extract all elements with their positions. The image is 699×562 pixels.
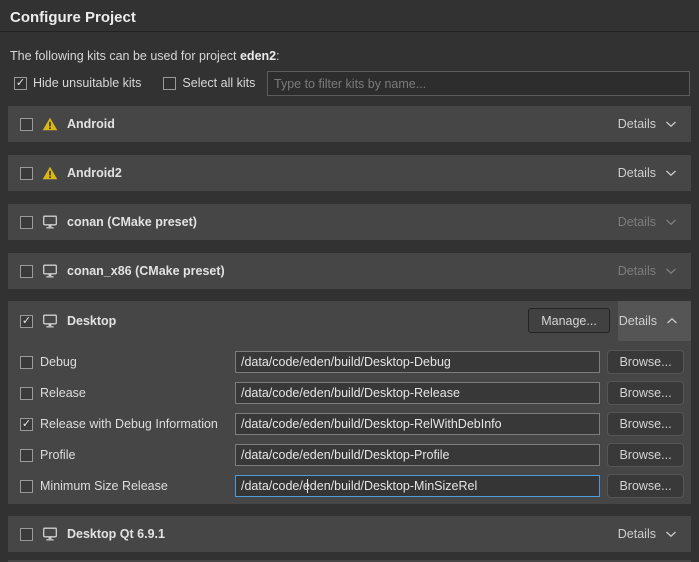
kit-name: Desktop Qt 6.9.1 [67, 527, 165, 541]
kit-checkbox[interactable]: ✓ [20, 315, 33, 328]
config-label: Minimum Size Release [40, 479, 168, 493]
details-button[interactable]: Details [619, 301, 678, 341]
kit-row-conan-x86[interactable]: conan_x86 (CMake preset) Details [8, 253, 691, 289]
build-config-row-minsizerel: Minimum Size Release Browse... [8, 475, 691, 497]
config-checkbox[interactable] [20, 480, 33, 493]
chevron-down-icon [665, 120, 677, 128]
checkbox-icon[interactable]: ✓ [14, 77, 27, 90]
manage-button[interactable]: Manage... [528, 308, 610, 333]
title-separator [0, 31, 699, 32]
chevron-down-icon [665, 169, 677, 177]
build-dir-input[interactable] [235, 444, 600, 466]
kit-name: conan_x86 (CMake preset) [67, 264, 225, 278]
hide-unsuitable-kits-label: Hide unsuitable kits [33, 76, 141, 90]
kit-name: Desktop [67, 314, 116, 328]
kit-checkbox[interactable] [20, 265, 33, 278]
warning-icon [41, 166, 58, 180]
kit-checkbox[interactable] [20, 167, 33, 180]
kit-row-android[interactable]: Android Details [8, 106, 691, 142]
kit-row-conan[interactable]: conan (CMake preset) Details [8, 204, 691, 240]
kit-name: Android2 [67, 166, 122, 180]
configure-project-page: Configure Project The following kits can… [0, 0, 699, 562]
intro-text: The following kits can be used for proje… [10, 49, 280, 63]
details-button[interactable]: Details [618, 106, 677, 142]
build-dir-input[interactable] [235, 413, 600, 435]
kit-filter-controls: ✓ Hide unsuitable kits Select all kits [14, 76, 277, 90]
select-all-kits-label: Select all kits [182, 76, 255, 90]
kit-checkbox[interactable] [20, 118, 33, 131]
details-button[interactable]: Details [618, 155, 677, 191]
browse-button[interactable]: Browse... [607, 412, 684, 436]
kit-row-desktop-qt-691[interactable]: Desktop Qt 6.9.1 Details [8, 516, 691, 552]
build-dir-input[interactable] [235, 351, 600, 373]
config-checkbox[interactable] [20, 356, 33, 369]
details-button: Details [618, 204, 677, 240]
chevron-down-icon [665, 530, 677, 538]
browse-button[interactable]: Browse... [607, 381, 684, 405]
desktop-icon [41, 264, 58, 278]
config-checkbox[interactable] [20, 449, 33, 462]
desktop-icon [41, 314, 58, 328]
hide-unsuitable-kits-checkbox[interactable]: ✓ Hide unsuitable kits [14, 76, 141, 90]
browse-button[interactable]: Browse... [607, 474, 684, 498]
checkbox-icon[interactable] [163, 77, 176, 90]
build-dir-input[interactable] [235, 475, 600, 497]
browse-button[interactable]: Browse... [607, 443, 684, 467]
chevron-up-icon [666, 317, 678, 325]
config-label: Profile [40, 448, 75, 462]
details-button: Details [618, 253, 677, 289]
chevron-down-icon [665, 218, 677, 226]
config-checkbox[interactable]: ✓ [20, 418, 33, 431]
desktop-icon [41, 215, 58, 229]
config-label: Release [40, 386, 86, 400]
config-label: Debug [40, 355, 77, 369]
kit-checkbox[interactable] [20, 528, 33, 541]
warning-icon [41, 117, 58, 131]
browse-button[interactable]: Browse... [607, 350, 684, 374]
kit-name: Android [67, 117, 115, 131]
details-button[interactable]: Details [618, 516, 677, 552]
kit-row-android2[interactable]: Android2 Details [8, 155, 691, 191]
kit-name: conan (CMake preset) [67, 215, 197, 229]
build-config-row-profile: Profile Browse... [8, 444, 691, 466]
build-config-row-release: Release Browse... [8, 382, 691, 404]
page-title: Configure Project [10, 9, 136, 26]
kit-section-desktop: ✓ Desktop Manage... Details Debug Browse… [8, 301, 691, 504]
build-dir-input[interactable] [235, 382, 600, 404]
text-cursor [307, 479, 308, 493]
project-name: eden2 [240, 49, 276, 63]
details-button-highlight: Details [618, 301, 691, 341]
chevron-down-icon [665, 267, 677, 275]
select-all-kits-checkbox[interactable]: Select all kits [163, 76, 255, 90]
config-label: Release with Debug Information [40, 417, 218, 431]
kit-checkbox[interactable] [20, 216, 33, 229]
build-config-row-relwithdebinfo: ✓ Release with Debug Information Browse.… [8, 413, 691, 435]
build-config-row-debug: Debug Browse... [8, 351, 691, 373]
desktop-icon [41, 527, 58, 541]
kit-row-desktop[interactable]: ✓ Desktop Manage... Details [8, 301, 691, 341]
config-checkbox[interactable] [20, 387, 33, 400]
kit-filter-input[interactable] [267, 71, 690, 96]
